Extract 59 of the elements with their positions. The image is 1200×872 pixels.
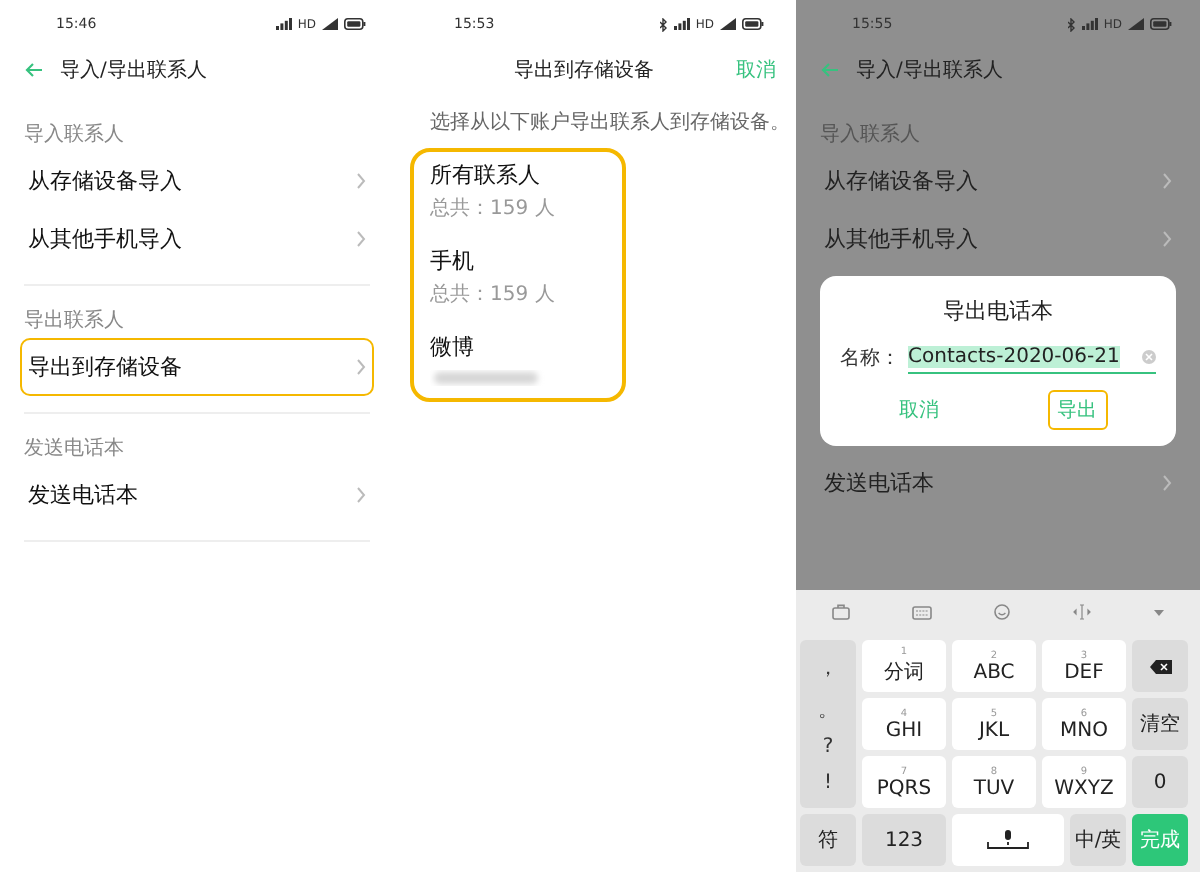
cursor-icon[interactable] (1072, 604, 1093, 620)
menu-item[interactable]: 从存储设备导入 (20, 152, 374, 210)
battery-icon (1150, 18, 1172, 30)
section-heading: 导出联系人 (22, 307, 126, 336)
dialog-title: 导出电话本 (943, 296, 1053, 326)
microphone-icon (986, 830, 1030, 850)
battery-icon (742, 18, 764, 30)
menu-item[interactable]: 从其他手机导入 (816, 210, 1180, 268)
section-heading: 发送电话本 (22, 435, 126, 464)
chevron-icon (356, 358, 366, 376)
collapse-caret-icon[interactable] (1154, 609, 1165, 615)
contact-count: 总共：159 人 (430, 195, 557, 222)
symbol-key[interactable]: 符 (800, 814, 856, 866)
screen-title: 导入/导出联系人 (856, 57, 1003, 84)
symbol-key[interactable]: ! (823, 771, 832, 794)
keyboard-icon[interactable] (911, 605, 932, 619)
field-label: 名称： (840, 346, 900, 372)
signal-icon (720, 18, 736, 30)
signal-icon (275, 18, 292, 30)
account-name[interactable]: 微博 (430, 332, 606, 362)
clear-icon[interactable] (1142, 350, 1156, 364)
space-key[interactable] (952, 814, 1064, 866)
screen-title: 导入/导出联系人 (60, 57, 207, 84)
briefcase-icon[interactable] (831, 604, 850, 620)
chevron-icon (356, 486, 366, 504)
menu-item[interactable]: 发送电话本 (20, 466, 374, 524)
chevron-icon (356, 172, 366, 190)
symbol-key[interactable]: 。 (818, 695, 838, 724)
back-arrow-icon[interactable] (24, 62, 44, 78)
contact-count: 总共：159 人 (430, 281, 557, 308)
battery-icon (344, 18, 366, 30)
signal-icon (673, 18, 690, 30)
instruction-text: 选择从以下账户导出联系人到存储设备。 (428, 109, 792, 138)
menu-item[interactable]: 从其他手机导入 (20, 210, 374, 268)
symbol-key[interactable]: ， (818, 654, 838, 683)
menu-item[interactable]: 导出到存储设备 (20, 338, 374, 396)
chevron-icon (1162, 230, 1172, 248)
symbol-key[interactable]: ? (822, 736, 834, 759)
section-heading: 导入联系人 (22, 121, 126, 150)
signal-icon (1081, 18, 1098, 30)
chevron-icon (356, 230, 366, 248)
number-key[interactable]: 123 (862, 814, 946, 866)
signal-icon (322, 18, 338, 30)
smiley-icon[interactable] (993, 604, 1010, 620)
clear-key[interactable]: 清空 (1132, 698, 1188, 750)
screen-title: 导出到存储设备 (514, 57, 654, 84)
language-key[interactable]: 中/英 (1070, 814, 1126, 866)
menu-item[interactable]: 从存储设备导入 (816, 152, 1180, 210)
menu-item[interactable]: 发送电话本 (816, 454, 1180, 512)
account-name[interactable]: 手机 (430, 246, 606, 276)
backspace-icon (1149, 659, 1171, 673)
chevron-icon (1162, 474, 1172, 492)
delete-key[interactable] (1132, 640, 1188, 692)
section-heading: 导入联系人 (818, 121, 922, 150)
chevron-icon (1162, 172, 1172, 190)
symbol-column[interactable]: ， 。 ? ! (800, 640, 856, 808)
account-name[interactable]: 所有联系人 (430, 160, 606, 190)
signal-icon (1128, 18, 1144, 30)
zero-key[interactable]: 0 (1132, 756, 1188, 808)
